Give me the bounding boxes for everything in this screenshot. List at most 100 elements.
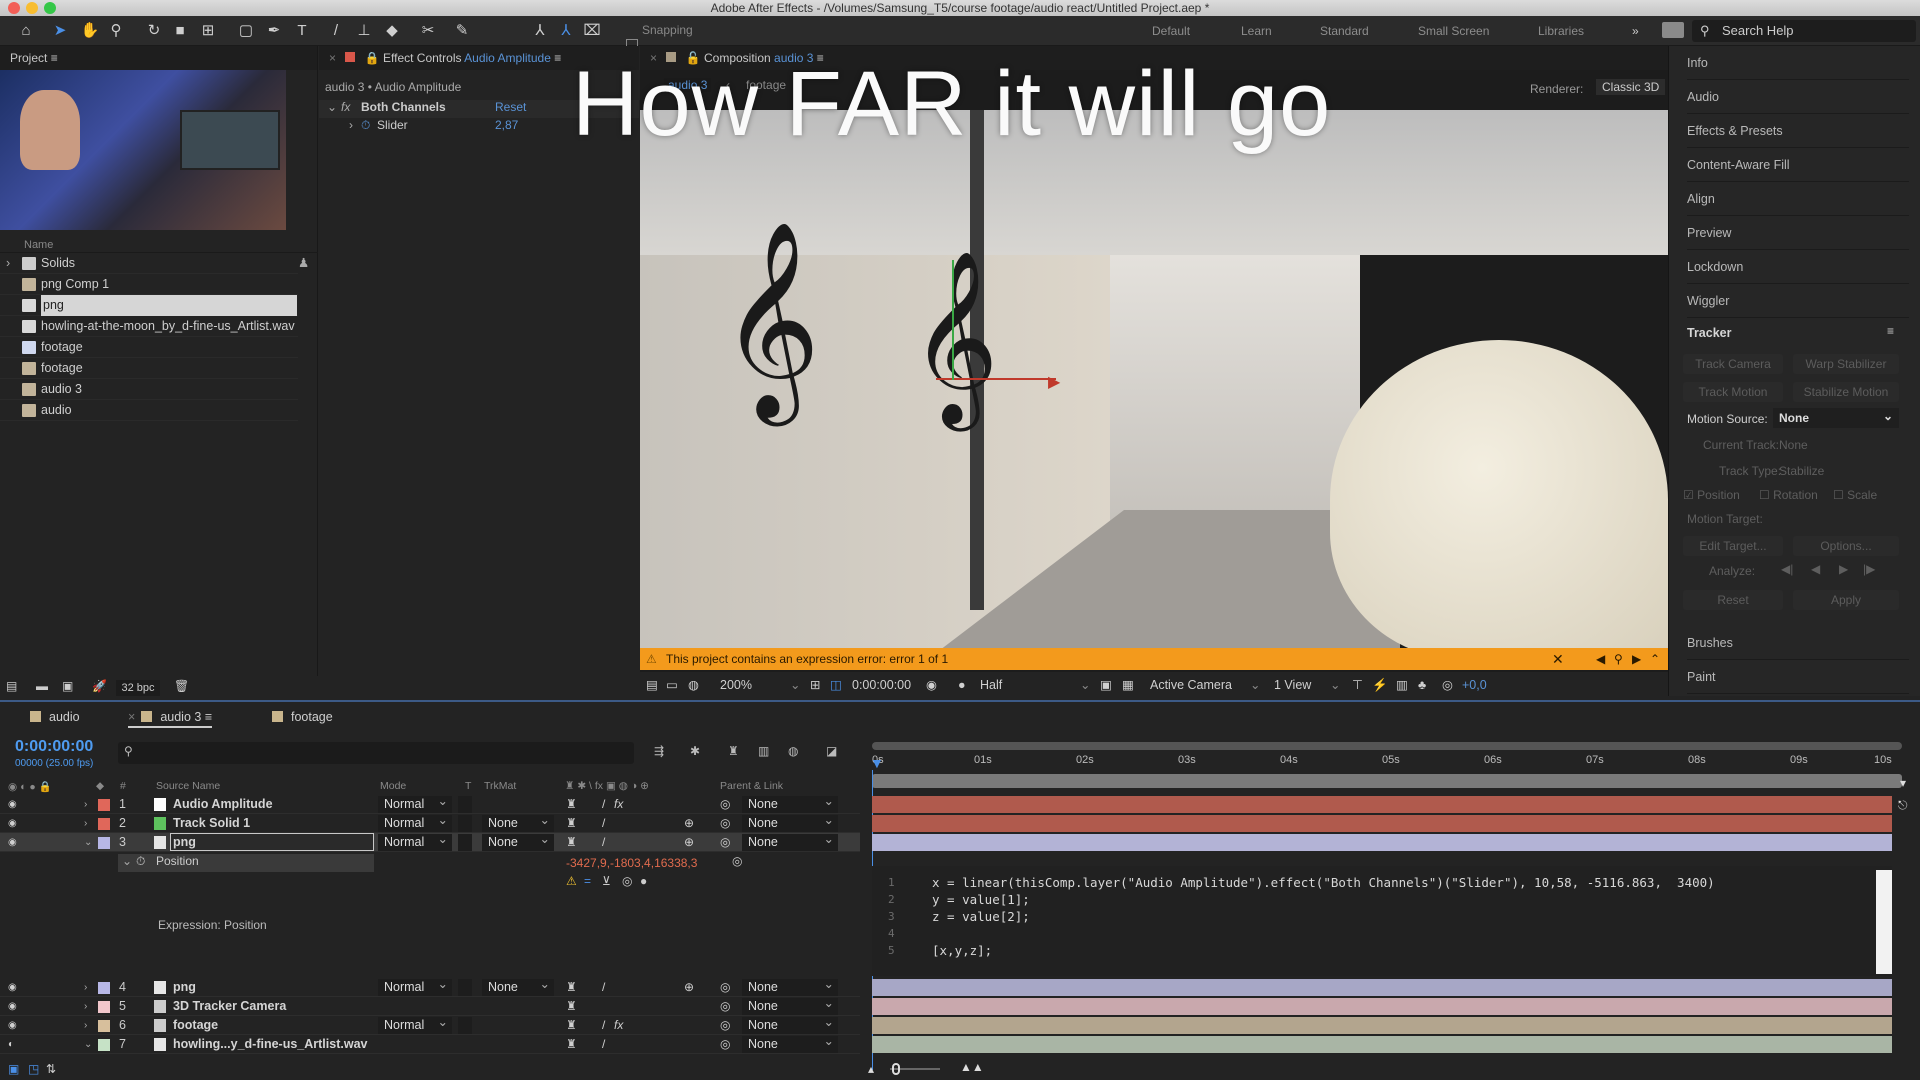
- rotate-tool-icon[interactable]: ↻: [144, 21, 164, 41]
- home-icon[interactable]: ⌂: [16, 21, 36, 41]
- layer-row[interactable]: ◐ ⌄ 7 howling...y_d-fine-us_Artlist.wav ♜ / ◎ N…: [0, 1033, 860, 1054]
- workspace-libraries[interactable]: Libraries: [1538, 24, 1584, 38]
- next-error-icon[interactable]: ▶: [1632, 648, 1641, 670]
- workspace-standard[interactable]: Standard: [1320, 24, 1369, 38]
- timeline-tab-audio[interactable]: audio: [30, 710, 80, 724]
- comp-button-icon[interactable]: ⎋: [1898, 798, 1908, 813]
- interpret-footage-icon[interactable]: ▤: [6, 679, 17, 693]
- flowchart-icon[interactable]: ♣: [1418, 672, 1426, 698]
- brush-tool-icon[interactable]: /: [326, 21, 346, 41]
- collapse-chevron-icon[interactable]: ⌄: [122, 854, 132, 868]
- 3d-layer-switch-icon[interactable]: ⊕: [684, 814, 694, 833]
- track-type-dropdown[interactable]: Stabilize: [1779, 464, 1824, 478]
- analyze-back-frame-icon[interactable]: ◀|: [1781, 562, 1793, 576]
- blend-mode-dropdown[interactable]: Normal: [378, 793, 452, 813]
- layer-row[interactable]: ◉ › 2 Track Solid 1 Normal None ♜ / ⊕ ◎ None: [0, 812, 860, 833]
- expand-chevron-icon[interactable]: ›: [6, 253, 10, 274]
- layer-label-color[interactable]: [98, 1001, 110, 1013]
- layer-name[interactable]: Track Solid 1: [173, 814, 250, 833]
- bit-depth-button[interactable]: 32 bpc: [116, 680, 160, 696]
- panel-preview[interactable]: Preview: [1687, 216, 1909, 250]
- grid-icon[interactable]: ⊞: [810, 672, 820, 698]
- magnification-dropdown[interactable]: 200%: [720, 672, 752, 698]
- parent-pick-whip-icon[interactable]: ◎: [720, 814, 730, 833]
- timeline-icon[interactable]: ▥: [1396, 672, 1408, 698]
- shy-switch-icon[interactable]: ♜: [566, 795, 577, 814]
- render-time-toggle-icon[interactable]: ⇅: [46, 1062, 56, 1076]
- timeline-tab-audio-3[interactable]: × audio 3 ≡: [128, 710, 213, 728]
- pen-tool-icon[interactable]: ✒: [264, 21, 284, 41]
- panel-menu-icon[interactable]: ≡: [51, 51, 58, 65]
- project-item-footage-comp[interactable]: footage: [0, 358, 298, 379]
- blend-mode-dropdown[interactable]: Normal: [378, 976, 452, 996]
- position-property-row[interactable]: ⌄ ⏱ Position: [118, 854, 374, 872]
- parent-pick-whip-icon[interactable]: ◎: [720, 1016, 730, 1035]
- preserve-transparency-toggle[interactable]: [458, 815, 472, 832]
- layer-label-color[interactable]: [98, 1020, 110, 1032]
- quality-switch-icon[interactable]: /: [602, 814, 605, 833]
- shy-layers-icon[interactable]: ♜: [728, 744, 739, 758]
- position-value[interactable]: -3427,9,-1803,4,16338,3: [566, 856, 697, 870]
- layer-name[interactable]: footage: [173, 1016, 218, 1035]
- project-tab[interactable]: Project ≡: [0, 46, 317, 70]
- layer-search-input[interactable]: ⚲: [118, 742, 634, 764]
- render-queue-icon[interactable]: 🚀: [92, 679, 107, 693]
- zoom-tool-icon[interactable]: ⚲: [106, 21, 126, 41]
- resolution-dropdown[interactable]: Half: [980, 672, 1002, 698]
- workspace-default[interactable]: Default: [1152, 24, 1190, 38]
- expression-line[interactable]: 3 z = value[2];: [872, 908, 1872, 925]
- expression-scrollbar[interactable]: [1876, 870, 1892, 974]
- layer-name[interactable]: png: [173, 833, 196, 852]
- toggle-pixel-aspect-icon[interactable]: ⊤: [1352, 672, 1363, 698]
- expression-pick-whip-icon[interactable]: ◎: [622, 874, 632, 888]
- layer-duration-bar[interactable]: [872, 998, 1892, 1015]
- expand-chevron-icon[interactable]: ›: [84, 978, 87, 997]
- position-checkbox[interactable]: ☑ Position: [1683, 488, 1740, 502]
- enable-expression-icon[interactable]: =: [584, 874, 591, 888]
- work-area-bar[interactable]: [872, 774, 1902, 788]
- exposure-value[interactable]: +0,0: [1462, 672, 1487, 698]
- audio-toggle-icon[interactable]: ◐: [8, 1035, 14, 1054]
- zoom-out-icon[interactable]: ▴: [868, 1062, 874, 1076]
- expand-chevron-icon[interactable]: ›: [84, 1016, 87, 1035]
- layer-name[interactable]: howling...y_d-fine-us_Artlist.wav: [173, 1035, 367, 1054]
- layer-duration-bar[interactable]: [872, 834, 1892, 851]
- minimize-window-button[interactable]: [26, 2, 38, 14]
- track-camera-button[interactable]: Track Camera: [1683, 354, 1783, 374]
- layer-row[interactable]: ◉ › 5 3D Tracker Camera ♜ ◎ None: [0, 995, 860, 1016]
- parent-dropdown[interactable]: None: [742, 831, 838, 851]
- preserve-transparency-toggle[interactable]: [458, 834, 472, 851]
- panel-brushes[interactable]: Brushes: [1687, 626, 1909, 660]
- expand-chevron-icon[interactable]: ›: [84, 814, 87, 833]
- motion-blur-icon[interactable]: ◍: [788, 744, 798, 758]
- visibility-eye-icon[interactable]: ◉: [8, 814, 17, 833]
- layer-duration-bar[interactable]: [872, 796, 1892, 813]
- close-tab-icon[interactable]: ×: [329, 51, 336, 65]
- analyze-backward-icon[interactable]: ◀: [1811, 562, 1820, 576]
- hand-tool-icon[interactable]: ✋: [80, 21, 100, 41]
- track-motion-button[interactable]: Track Motion: [1683, 382, 1783, 402]
- layer-name[interactable]: Audio Amplitude: [173, 795, 273, 814]
- transparency-grid-icon[interactable]: ◫: [830, 672, 842, 698]
- expression-language-menu-icon[interactable]: ●: [640, 874, 647, 888]
- track-matte-dropdown[interactable]: None: [482, 831, 554, 851]
- frame-blending-icon[interactable]: ▥: [758, 744, 769, 758]
- parent-dropdown[interactable]: None: [742, 976, 838, 996]
- project-item-png[interactable]: png: [0, 295, 298, 316]
- panel-align[interactable]: Align: [1687, 182, 1909, 216]
- visibility-eye-icon[interactable]: ◉: [8, 833, 17, 852]
- mask-view-icon[interactable]: ◍: [688, 672, 699, 698]
- camera-view-dropdown[interactable]: Active Camera: [1150, 672, 1232, 698]
- quality-switch-icon[interactable]: /: [602, 833, 605, 852]
- panel-effects-presets[interactable]: Effects & Presets: [1687, 114, 1909, 148]
- zoom-in-icon[interactable]: ▲▲: [960, 1060, 984, 1074]
- toggle-transparency-icon[interactable]: ▦: [1122, 672, 1134, 698]
- stopwatch-icon[interactable]: ⏱: [361, 118, 370, 133]
- collapse-error-icon[interactable]: ⌃: [1650, 648, 1660, 670]
- fast-preview-icon[interactable]: ⚡: [1372, 672, 1388, 698]
- analyze-forward-frame-icon[interactable]: |▶: [1863, 562, 1875, 576]
- project-item-solids[interactable]: › Solids ♟: [0, 253, 309, 274]
- selection-tool-icon[interactable]: ➤: [50, 21, 70, 41]
- panel-lockdown[interactable]: Lockdown: [1687, 250, 1909, 284]
- panel-menu-icon[interactable]: ≡: [205, 710, 212, 724]
